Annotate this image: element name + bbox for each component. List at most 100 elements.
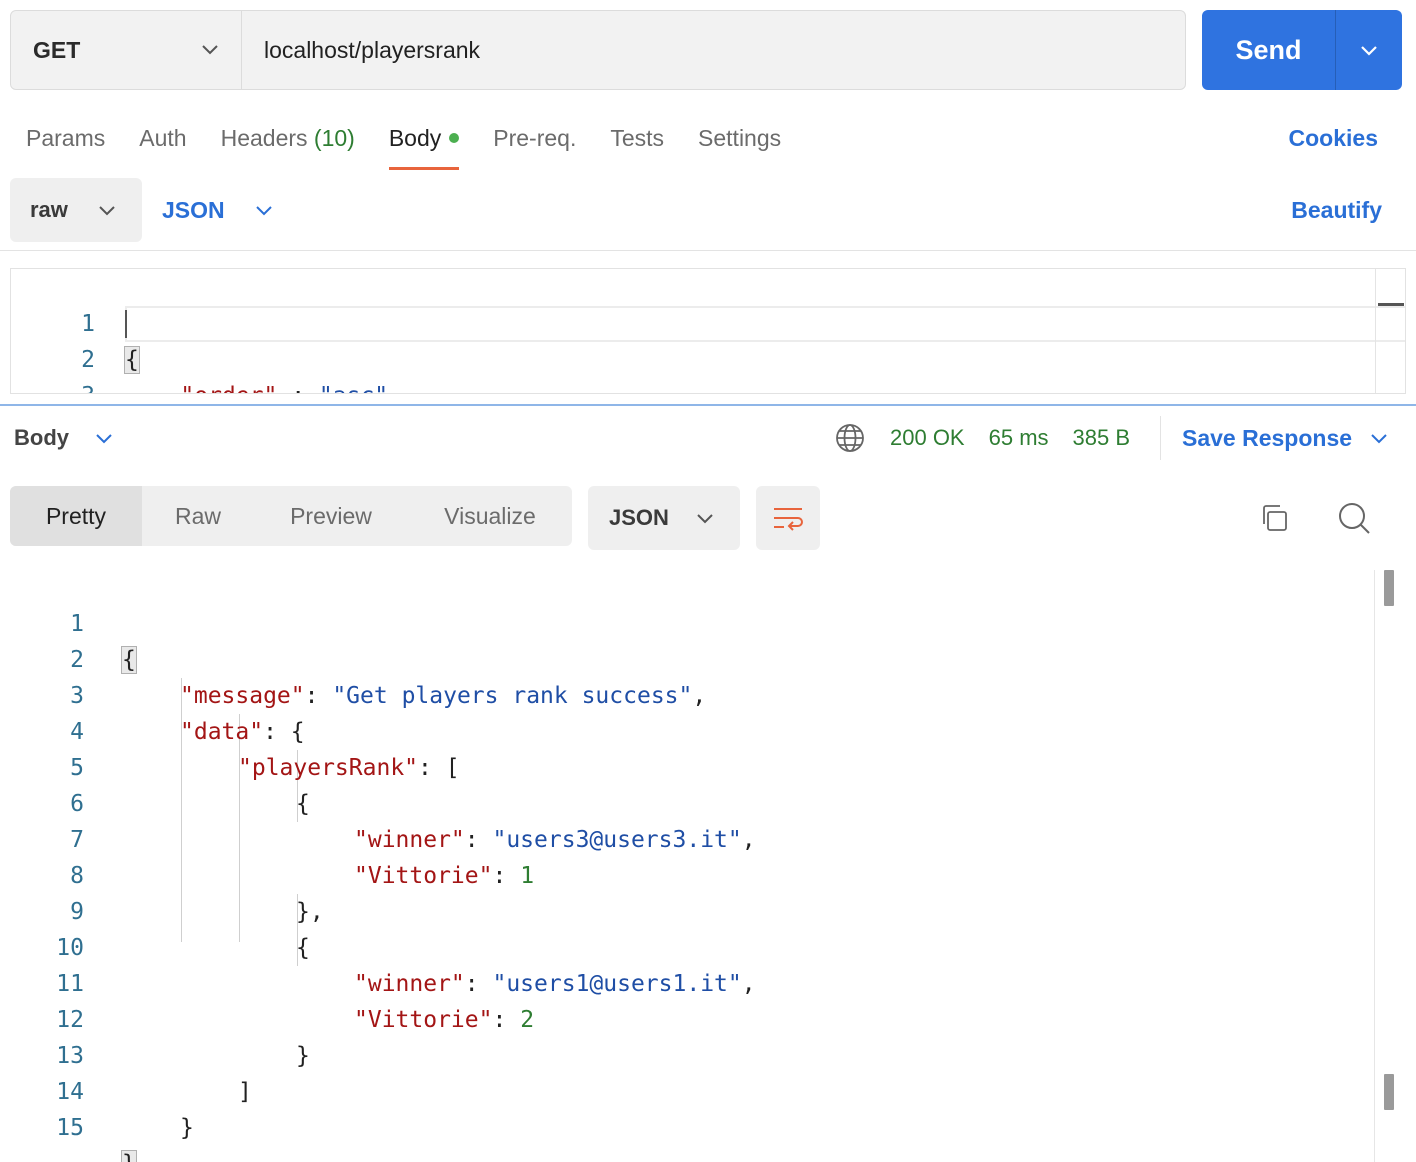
scroll-marker: [1378, 303, 1404, 306]
method-label: GET: [33, 36, 81, 63]
response-section-select[interactable]: Body: [14, 420, 113, 456]
divider: [1160, 416, 1161, 460]
tab-headers[interactable]: Headers (10): [221, 118, 355, 170]
code-line: 12 }: [0, 966, 1416, 1069]
save-response-button[interactable]: Save Response: [1182, 420, 1388, 456]
code-line: 4 "playersRank": [: [0, 678, 1416, 781]
response-format-label: JSON: [609, 505, 669, 530]
tab-auth[interactable]: Auth: [139, 118, 186, 170]
chevron-down-icon: [255, 206, 272, 216]
tab-label: Pre-req.: [493, 125, 577, 151]
response-meta: 200 OK 65 ms 385 B: [834, 420, 1154, 456]
response-section-label: Body: [14, 425, 69, 450]
beautify-button[interactable]: Beautify: [1291, 190, 1382, 230]
search-button[interactable]: [1334, 498, 1374, 538]
divider: [0, 250, 1416, 251]
tab-pretty[interactable]: Pretty: [10, 486, 142, 546]
tab-prereq[interactable]: Pre-req.: [493, 118, 576, 170]
editor-scrollbar[interactable]: [1375, 269, 1405, 393]
code-line: 2 ····"order"·:·"asc": [11, 306, 1405, 393]
globe-icon[interactable]: [834, 422, 866, 454]
method-select[interactable]: GET: [11, 11, 242, 89]
url-bar: GET: [10, 10, 1186, 90]
code-line: 3 "data": {: [0, 642, 1416, 745]
code-line: 6 "winner": "users3@users3.it",: [0, 750, 1416, 853]
copy-icon: [1263, 505, 1287, 531]
whitespace-dot: ·: [305, 383, 319, 393]
tab-label: Body: [388, 125, 442, 151]
tab-label: Pretty: [45, 502, 107, 529]
tab-label: Preview: [290, 502, 372, 529]
url-input[interactable]: [242, 11, 1185, 89]
tab-visualize[interactable]: Visualize: [408, 486, 572, 546]
request-tabs: Params Auth Headers (10) Body Pre-req. T…: [26, 118, 815, 170]
code-line: 1 {: [0, 570, 1416, 674]
wrap-lines-icon: [774, 508, 803, 531]
response-size[interactable]: 385 B: [1073, 425, 1131, 451]
json-key: "order": [180, 383, 277, 393]
scrollbar-thumb[interactable]: [1384, 570, 1394, 606]
tab-label: Params: [26, 125, 106, 151]
tab-raw[interactable]: Raw: [142, 486, 254, 546]
status-code[interactable]: 200 OK: [890, 425, 965, 451]
send-button-group: Send: [1202, 10, 1402, 90]
body-indicator-dot: [449, 132, 460, 143]
tab-label: Settings: [698, 125, 782, 151]
tab-label: Headers: [220, 125, 308, 151]
code-line: 10 "winner": "users1@users1.it",: [0, 894, 1416, 997]
code-line: 11 "Vittorie": 2: [0, 930, 1416, 1033]
code-line: 8 },: [0, 822, 1416, 925]
code-line: 5 {: [0, 714, 1416, 817]
code-line: 1 {: [11, 270, 1405, 374]
code-line: 15 }: [0, 1074, 1416, 1162]
whitespace-dot: ·: [277, 383, 291, 393]
chevron-down-icon: [1361, 46, 1377, 56]
tab-label: Raw: [174, 502, 221, 529]
response-view-tabs: Pretty Raw Preview Visualize: [10, 486, 572, 546]
save-response-label: Save Response: [1182, 424, 1353, 451]
body-mode-select[interactable]: raw: [10, 178, 142, 242]
cookies-link[interactable]: Cookies: [1289, 120, 1378, 156]
response-body-viewer[interactable]: 1 { 2 "message": "Get players rank succe…: [0, 570, 1416, 1162]
chevron-down-icon: [99, 206, 115, 216]
send-options-button[interactable]: [1336, 10, 1402, 90]
tab-label: Auth: [139, 125, 187, 151]
code-line: 9 {: [0, 858, 1416, 961]
search-icon: [1339, 503, 1370, 534]
pane-splitter[interactable]: [0, 404, 1416, 406]
chevron-down-icon: [96, 434, 112, 444]
tab-settings[interactable]: Settings: [698, 118, 781, 170]
tab-preview[interactable]: Preview: [254, 486, 408, 546]
colon: :: [291, 383, 305, 393]
chevron-down-icon: [697, 514, 713, 524]
request-body-editor[interactable]: 1 { 2 ····"order"·:·"asc" 3 }: [10, 268, 1406, 394]
code-line: 13 ]: [0, 1002, 1416, 1105]
tab-tests[interactable]: Tests: [610, 118, 664, 170]
body-mode-label: raw: [30, 197, 68, 222]
tab-body[interactable]: Body: [388, 118, 460, 170]
chevron-down-icon: [1371, 434, 1387, 444]
tab-params[interactable]: Params: [26, 118, 105, 170]
tab-label: Tests: [610, 125, 665, 151]
scroll-marker: [1384, 1074, 1394, 1110]
copy-button[interactable]: [1254, 498, 1294, 538]
chevron-down-icon: [202, 45, 218, 55]
send-button[interactable]: Send: [1202, 10, 1336, 90]
line-number: 3: [11, 378, 95, 393]
response-time[interactable]: 65 ms: [989, 425, 1049, 451]
code-line: 2 "message": "Get players rank success",: [0, 606, 1416, 709]
line-number: 15: [56, 1115, 84, 1141]
whitespace-dots: ····: [125, 383, 180, 393]
wrap-lines-button[interactable]: [756, 486, 820, 550]
code-line: 3 }: [11, 342, 1405, 393]
code-line: 14 }: [0, 1038, 1416, 1141]
json-string: "asc": [319, 383, 388, 393]
code-line: 7 "Vittorie": 1: [0, 786, 1416, 889]
scrollbar-track: [1374, 570, 1375, 1162]
response-format-select[interactable]: JSON: [588, 486, 740, 550]
brace: }: [121, 1150, 137, 1162]
body-language-label: JSON: [162, 196, 225, 223]
tab-label: Visualize: [444, 502, 536, 529]
body-language-select[interactable]: JSON: [162, 178, 273, 242]
headers-count-badge: (10): [313, 125, 355, 151]
